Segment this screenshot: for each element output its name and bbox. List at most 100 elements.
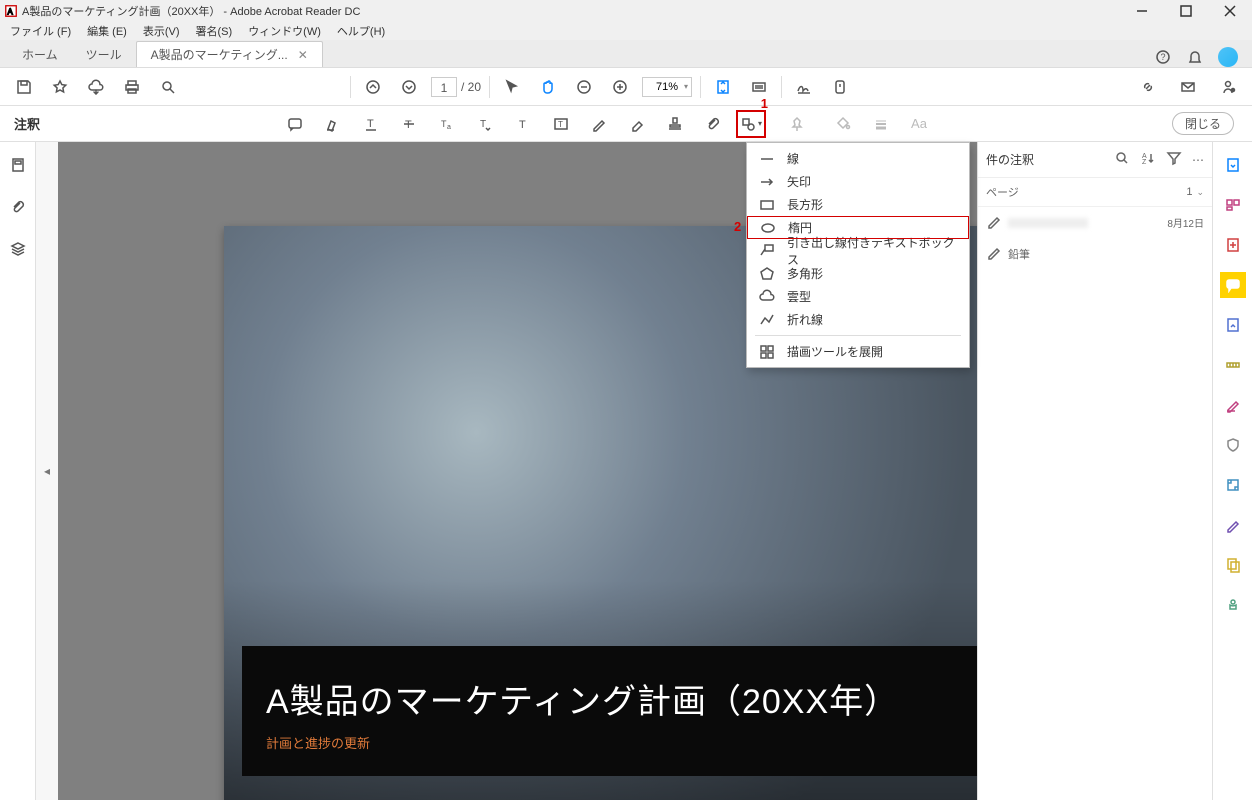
sticky-note-icon[interactable]: [280, 109, 310, 139]
compress-icon[interactable]: [1220, 472, 1246, 498]
menu-item-arrow[interactable]: 矢印: [747, 170, 969, 193]
close-comment-button[interactable]: 閉じる: [1172, 112, 1234, 135]
maximize-button[interactable]: [1164, 0, 1208, 22]
current-page-input[interactable]: 1: [431, 77, 457, 97]
thumbnails-icon[interactable]: [7, 154, 29, 176]
find-icon[interactable]: [154, 73, 182, 101]
share-icon[interactable]: [1214, 73, 1242, 101]
organize-icon[interactable]: [1220, 192, 1246, 218]
redact-icon[interactable]: [1220, 512, 1246, 538]
zoom-select[interactable]: 71%: [642, 77, 692, 97]
layers-icon[interactable]: [7, 238, 29, 260]
eraser-icon[interactable]: [622, 109, 652, 139]
line-weight-icon[interactable]: [866, 109, 896, 139]
attachments-icon[interactable]: [7, 196, 29, 218]
menu-item-callout[interactable]: 引き出し線付きテキストボックス: [747, 239, 969, 262]
menu-sign[interactable]: 署名(S): [192, 23, 237, 39]
insert-text-icon[interactable]: T: [470, 109, 500, 139]
menu-window[interactable]: ウィンドウ(W): [244, 23, 325, 39]
menu-item-polyline[interactable]: 折れ線: [747, 308, 969, 331]
line-icon: [759, 151, 775, 167]
link-icon[interactable]: [1134, 73, 1162, 101]
text-comment-icon[interactable]: T: [508, 109, 538, 139]
more-icon[interactable]: ⋯: [1192, 153, 1204, 167]
menu-item-line[interactable]: 線: [747, 147, 969, 170]
prev-page-chevron[interactable]: ◂: [36, 142, 58, 800]
selection-icon[interactable]: [498, 73, 526, 101]
svg-text:a: a: [447, 124, 451, 131]
comment-item[interactable]: 鉛筆: [978, 238, 1212, 269]
save-icon[interactable]: [10, 73, 38, 101]
left-rail: [0, 142, 36, 800]
svg-text:T: T: [480, 119, 486, 130]
menu-item-oval[interactable]: 2 楕円: [747, 216, 969, 239]
fill-sign-icon[interactable]: [1220, 312, 1246, 338]
menu-help[interactable]: ヘルプ(H): [333, 23, 389, 39]
cloud-icon: [759, 289, 775, 305]
callout-1: 1: [761, 96, 768, 111]
menu-item-cloud[interactable]: 雲型: [747, 285, 969, 308]
comment-item[interactable]: 8月12日: [978, 207, 1212, 238]
export-pdf-icon[interactable]: [1220, 152, 1246, 178]
pin-icon[interactable]: [782, 109, 812, 139]
strikethrough-icon[interactable]: T: [394, 109, 424, 139]
text-box-icon[interactable]: T: [546, 109, 576, 139]
edit-pdf-icon[interactable]: [1220, 392, 1246, 418]
fill-color-icon[interactable]: [828, 109, 858, 139]
comment-tool-icon[interactable]: [1220, 272, 1246, 298]
svg-text:A: A: [8, 8, 14, 17]
title-caption: A製品のマーケティング計画（20XX年） 計画と進捗の更新: [242, 646, 1022, 776]
create-pdf-icon[interactable]: [1220, 232, 1246, 258]
page-section-label: ページ: [986, 184, 1019, 200]
measure-icon[interactable]: [1220, 352, 1246, 378]
menu-file[interactable]: ファイル (F): [6, 23, 75, 39]
avatar[interactable]: [1218, 47, 1238, 67]
minimize-button[interactable]: [1120, 0, 1164, 22]
menu-view[interactable]: 表示(V): [139, 23, 184, 39]
menu-item-rectangle[interactable]: 長方形: [747, 193, 969, 216]
close-button[interactable]: [1208, 0, 1252, 22]
page-up-icon[interactable]: [359, 73, 387, 101]
help-icon[interactable]: ?: [1154, 48, 1172, 66]
pencil-icon: [986, 213, 1002, 232]
replace-text-icon[interactable]: Ta: [432, 109, 462, 139]
pencil-icon[interactable]: [584, 109, 614, 139]
search-icon[interactable]: [1114, 150, 1130, 169]
callout-2: 2: [734, 219, 741, 234]
hand-icon[interactable]: [534, 73, 562, 101]
text-format-icon[interactable]: Aa: [904, 109, 934, 139]
scroll-icon[interactable]: [826, 73, 854, 101]
fit-page-icon[interactable]: [709, 73, 737, 101]
underline-icon[interactable]: T: [356, 109, 386, 139]
sort-icon[interactable]: AZ: [1140, 150, 1156, 169]
zoom-in-icon[interactable]: [606, 73, 634, 101]
callout-icon: [759, 243, 775, 259]
menu-edit[interactable]: 編集 (E): [83, 23, 131, 39]
tab-tools[interactable]: ツール: [72, 41, 136, 67]
star-icon[interactable]: [46, 73, 74, 101]
filter-icon[interactable]: [1166, 150, 1182, 169]
stamp-icon[interactable]: [660, 109, 690, 139]
more-tools-icon[interactable]: [1220, 592, 1246, 618]
svg-text:Z: Z: [1142, 159, 1147, 166]
tab-document[interactable]: A製品のマーケティング... ✕: [136, 41, 323, 67]
drawing-tools-button[interactable]: ▾ 1: [736, 110, 766, 138]
chevron-down-icon[interactable]: ⌄: [1196, 187, 1204, 198]
read-mode-icon[interactable]: [745, 73, 773, 101]
tab-home[interactable]: ホーム: [8, 41, 72, 67]
comments-panel: 件の注釈 AZ ⋯ ページ 1 ⌄ 8月12日 鉛筆: [977, 142, 1212, 800]
combine-icon[interactable]: [1220, 552, 1246, 578]
page-down-icon[interactable]: [395, 73, 423, 101]
bell-icon[interactable]: [1186, 48, 1204, 66]
title-bar: A A製品のマーケティング計画（20XX年） - Adobe Acrobat R…: [0, 0, 1252, 22]
highlight-icon[interactable]: [318, 109, 348, 139]
cloud-upload-icon[interactable]: [82, 73, 110, 101]
mail-icon[interactable]: [1174, 73, 1202, 101]
sign-icon[interactable]: [790, 73, 818, 101]
print-icon[interactable]: [118, 73, 146, 101]
menu-item-expand[interactable]: 描画ツールを展開: [747, 340, 969, 363]
protect-icon[interactable]: [1220, 432, 1246, 458]
tab-close-icon[interactable]: ✕: [298, 48, 308, 62]
zoom-out-icon[interactable]: [570, 73, 598, 101]
attach-icon[interactable]: [698, 109, 728, 139]
